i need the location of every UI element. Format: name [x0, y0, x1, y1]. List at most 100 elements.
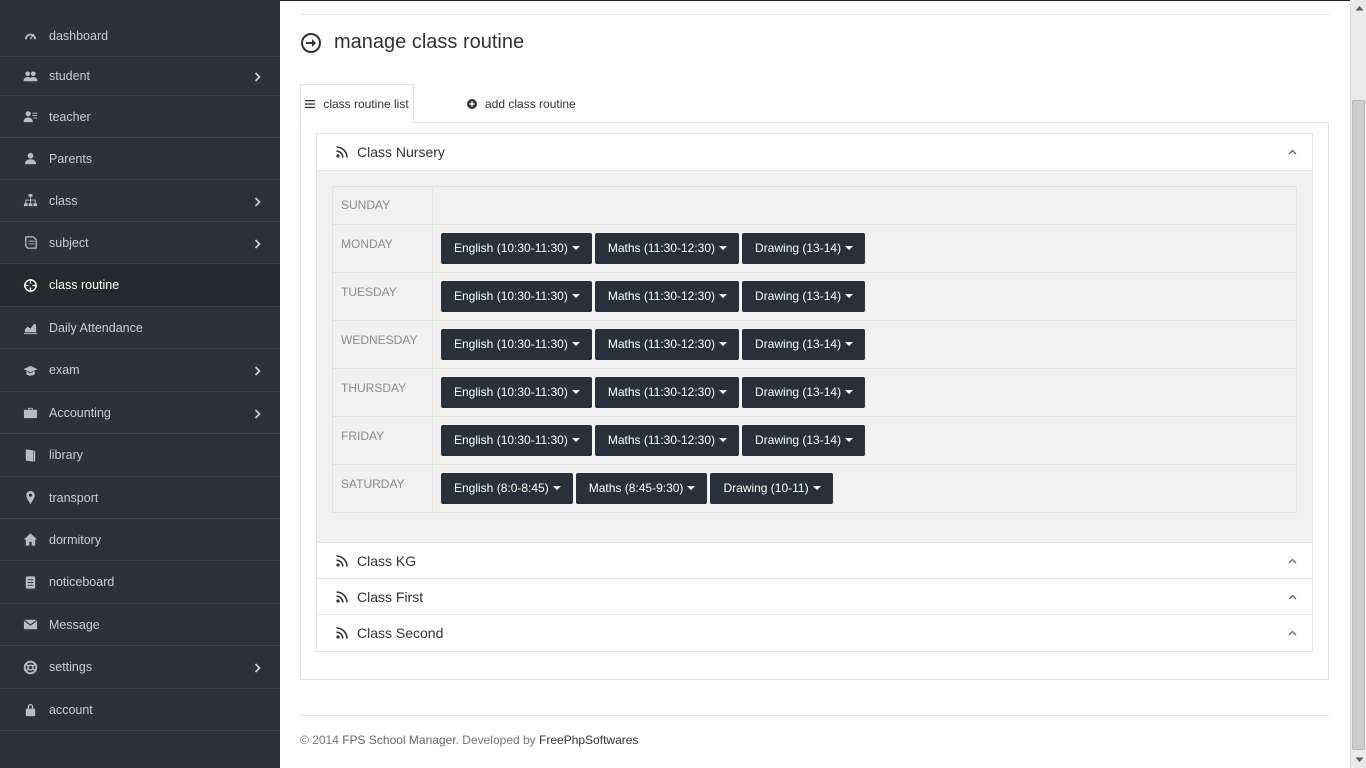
- accordion-header[interactable]: Class Second: [317, 615, 1312, 651]
- sidebar-item-parents[interactable]: Parents: [0, 138, 280, 180]
- scroll-thumb[interactable]: [1352, 100, 1365, 750]
- routine-slot-dropdown-button[interactable]: English (10:30-11:30): [441, 281, 592, 312]
- routine-row: SATURDAY English (8:0-8:45) Maths (8:45-9:…: [332, 464, 1297, 513]
- sidebar-item-label: Message: [49, 617, 100, 632]
- footer-developed-by: . Developed by: [455, 733, 536, 747]
- sidebar-item-class[interactable]: class: [0, 180, 280, 222]
- slot-label: English (10:30-11:30): [454, 241, 568, 255]
- caret-down-icon: [552, 485, 561, 490]
- sidebar-item-label: Accounting: [49, 405, 111, 420]
- sidebar-item-account[interactable]: account: [0, 689, 280, 731]
- chevron-right-icon: [254, 662, 261, 673]
- rss-icon: [336, 627, 348, 639]
- caret-down-icon: [845, 341, 854, 346]
- sidebar-item-dormitory[interactable]: dormitory: [0, 519, 280, 561]
- sidebar-item-student[interactable]: student: [0, 57, 280, 96]
- accordion-class-second: Class Second: [316, 614, 1313, 652]
- routine-row: THURSDAY English (10:30-11:30) Maths (11:3…: [332, 368, 1297, 417]
- slot-label: Maths (11:30-12:30): [607, 241, 716, 255]
- slot-label: Maths (8:45-9:30): [588, 481, 684, 495]
- tab-label: add class routine: [485, 96, 576, 111]
- chevron-up-icon: [1288, 149, 1297, 155]
- dashboard-icon: [21, 27, 39, 45]
- book-icon: [21, 234, 39, 252]
- sidebar-item-dashboard[interactable]: dashboard: [0, 15, 280, 57]
- graduation-icon: [21, 361, 39, 379]
- sidebar-item-class-routine[interactable]: class routine: [0, 264, 280, 307]
- scroll-up-arrow-icon[interactable]: [1351, 0, 1366, 16]
- slot-label: English (10:30-11:30): [454, 385, 568, 399]
- accordion-header[interactable]: Class KG: [317, 543, 1312, 579]
- routine-slot-dropdown-button[interactable]: English (10:30-11:30): [441, 425, 592, 456]
- sidebar-item-exam[interactable]: exam: [0, 349, 280, 392]
- sidebar-item-label: class routine: [49, 278, 120, 292]
- tab-add-class-routine[interactable]: add class routine: [467, 84, 576, 123]
- sidebar-item-accounting[interactable]: Accounting: [0, 392, 280, 434]
- caret-down-icon: [719, 341, 728, 346]
- sidebar-item-daily-attendance[interactable]: Daily Attendance: [0, 307, 280, 349]
- accordion-header[interactable]: Class Nursery: [317, 134, 1312, 170]
- sidebar-item-message[interactable]: Message: [0, 604, 280, 646]
- caret-down-icon: [719, 293, 728, 298]
- vertical-scrollbar[interactable]: [1350, 0, 1366, 768]
- routine-slot-dropdown-button[interactable]: Maths (11:30-12:30): [594, 233, 740, 264]
- chevron-right-icon: [254, 196, 261, 207]
- routine-slot-dropdown-button[interactable]: Drawing (13-14): [742, 425, 866, 456]
- sidebar-item-subject[interactable]: subject: [0, 222, 280, 264]
- routine-slot-dropdown-button[interactable]: Maths (11:30-12:30): [594, 425, 740, 456]
- caret-down-icon: [719, 389, 728, 394]
- lifebuoy-icon: [21, 658, 39, 676]
- routine-slot-dropdown-button[interactable]: Drawing (13-14): [742, 233, 866, 264]
- sidebar-item-noticeboard[interactable]: noticeboard: [0, 561, 280, 604]
- caret-down-icon: [845, 293, 854, 298]
- routine-slot-dropdown-button[interactable]: English (10:30-11:30): [441, 377, 592, 408]
- chevron-up-icon: [1288, 594, 1297, 600]
- accordion-body: SUNDAY MONDAY English (10:30-11:30) Maths (…: [317, 170, 1312, 542]
- slot-label: Drawing (13-14): [755, 433, 842, 447]
- footer-developer-link[interactable]: FreePhpSoftwares: [539, 733, 638, 747]
- routine-slot-dropdown-button[interactable]: Maths (11:30-12:30): [594, 329, 740, 360]
- footer: © 2014 FPS School Manager. Developed by …: [300, 733, 638, 747]
- routine-slot-dropdown-button[interactable]: Maths (11:30-12:30): [594, 281, 740, 312]
- sidebar-item-label: teacher: [49, 109, 91, 124]
- accordion-header[interactable]: Class First: [317, 579, 1312, 615]
- routine-slots-cell: English (10:30-11:30) Maths (11:30-12:30)…: [432, 320, 1297, 369]
- library-book-icon: [21, 446, 39, 464]
- routine-slot-dropdown-button[interactable]: Drawing (13-14): [742, 329, 866, 360]
- accordion-title: Class Nursery: [357, 144, 445, 160]
- routine-slot-dropdown-button[interactable]: Drawing (13-14): [742, 377, 866, 408]
- routine-slot-dropdown-button[interactable]: English (8:0-8:45): [441, 473, 573, 504]
- routine-slot-dropdown-button[interactable]: Maths (11:30-12:30): [594, 377, 740, 408]
- top-border: [280, 0, 1350, 1]
- mail-icon: [21, 616, 39, 634]
- routine-slot-dropdown-button[interactable]: English (10:30-11:30): [441, 233, 592, 264]
- caret-down-icon: [571, 437, 580, 442]
- rss-icon: [336, 146, 348, 158]
- slot-label: Drawing (13-14): [755, 241, 842, 255]
- routine-slot-dropdown-button[interactable]: Drawing (10-11): [710, 473, 833, 504]
- sidebar-item-settings[interactable]: settings: [0, 646, 280, 689]
- routine-slots-cell: English (10:30-11:30) Maths (11:30-12:30)…: [432, 224, 1297, 273]
- list-icon: [305, 99, 316, 108]
- slot-label: Maths (11:30-12:30): [607, 289, 716, 303]
- tab-class-routine-list[interactable]: class routine list: [300, 84, 414, 123]
- scroll-down-arrow-icon[interactable]: [1351, 752, 1366, 768]
- chevron-right-icon: [254, 408, 261, 419]
- sidebar-item-transport[interactable]: transport: [0, 477, 280, 519]
- routine-slot-dropdown-button[interactable]: English (10:30-11:30): [441, 329, 592, 360]
- routine-table: SUNDAY MONDAY English (10:30-11:30) Maths (…: [332, 186, 1297, 513]
- header-divider: [300, 14, 1329, 15]
- routine-slot-dropdown-button[interactable]: Drawing (13-14): [742, 281, 866, 312]
- sidebar-item-library[interactable]: library: [0, 434, 280, 477]
- routine-slot-dropdown-button[interactable]: Maths (8:45-9:30): [575, 473, 708, 504]
- slot-label: English (8:0-8:45): [454, 481, 549, 495]
- accordion-class-first: Class First: [316, 578, 1313, 616]
- sidebar-item-teacher[interactable]: teacher: [0, 96, 280, 138]
- slot-label: Drawing (13-14): [755, 289, 842, 303]
- sidebar-item-label: account: [49, 702, 93, 717]
- routine-day-label: FRIDAY: [332, 416, 433, 465]
- routine-row: TUESDAY English (10:30-11:30) Maths (11:30…: [332, 272, 1297, 321]
- chevron-up-icon: [1288, 558, 1297, 564]
- slot-label: Maths (11:30-12:30): [607, 385, 716, 399]
- users-icon: [21, 67, 39, 85]
